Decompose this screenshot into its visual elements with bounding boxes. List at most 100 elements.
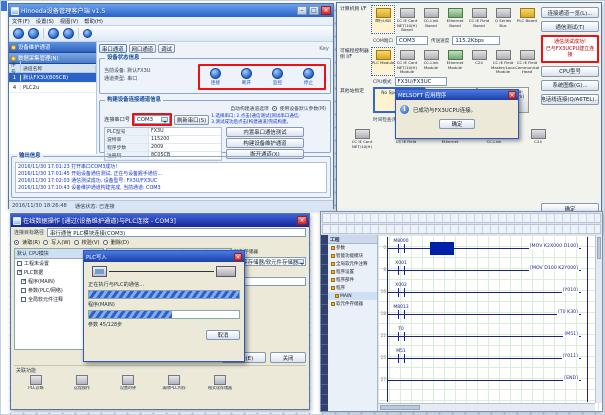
docked-toolbar-strip[interactable]: [321, 235, 328, 411]
connect-action[interactable]: 连接: [210, 68, 221, 86]
pc-if-ethernet[interactable]: Ethernet Board: [443, 5, 467, 34]
titlebar[interactable]: 在线数据操作 [通过(设备维护通道)与PLC连接 - COM3] ×: [11, 214, 309, 227]
contact-symbol[interactable]: [398, 266, 405, 275]
ladder-rung[interactable]: 0 M8000 [MOV K2X000 D100]: [378, 239, 588, 259]
dialog-ok-button[interactable]: 确定: [439, 119, 475, 129]
checkbox[interactable]: [17, 270, 22, 275]
communication-test-button[interactable]: 通信测试(T): [541, 21, 599, 32]
plc-if-cclink[interactable]: CC-Link Module: [419, 47, 443, 76]
progress-close-button[interactable]: ×: [234, 253, 242, 261]
monitor-icon[interactable]: [48, 28, 59, 39]
toolbar-icons-row-2[interactable]: [322, 224, 601, 234]
contact-symbol[interactable]: [398, 288, 405, 297]
write-radio[interactable]: [43, 240, 48, 245]
verify-radio[interactable]: [74, 240, 79, 245]
nav-item[interactable]: 程序: [328, 284, 377, 292]
menu-file[interactable]: 文件(F): [12, 17, 30, 25]
scrollbar-thumb[interactable]: [380, 405, 420, 410]
titlebar[interactable]: Hinoeda设备管理客户端 v1.5 – □ ×: [9, 4, 333, 17]
pc-if-ccie-cont[interactable]: CC IE Cont NET/10(H) Board: [395, 5, 419, 34]
pc-if-qbus[interactable]: Q Series Bus: [491, 5, 515, 34]
tab-serial[interactable]: 串口通道: [99, 44, 127, 53]
ladder-rung[interactable]: 25 M51 (Y011): [378, 349, 588, 369]
sidebar-section-maintenance[interactable]: 设备维护通道: [9, 42, 96, 53]
disconnect-circle-icon[interactable]: [241, 68, 252, 79]
read-radio[interactable]: [14, 240, 19, 245]
tab-ethernet[interactable]: 网口通道: [129, 44, 157, 53]
channel-list-item[interactable]: 1 默认FX3U(805CB): [9, 73, 96, 83]
net-ccie-cont[interactable]: CC IE Cont NET/10(H): [345, 126, 379, 155]
sidebar-section-data[interactable]: 数据采集管理(N): [9, 53, 96, 64]
nav-item[interactable]: 程序设置: [328, 268, 377, 276]
ladder-rung[interactable]: 8 X001 [MOV D100 K2Y000]: [378, 261, 588, 281]
horizontal-scrollbar[interactable]: [378, 403, 595, 411]
com-port-select[interactable]: COM3: [134, 115, 170, 124]
close-dialog-button[interactable]: 关闭: [270, 352, 306, 363]
minimize-button[interactable]: –: [297, 6, 307, 15]
menu-help[interactable]: 帮助(H): [84, 17, 103, 25]
plc-diagnostics[interactable]: PLC诊断: [16, 375, 56, 395]
pc-if-plc-board[interactable]: PLC Board: [515, 5, 539, 34]
close-button[interactable]: ×: [321, 6, 331, 15]
connect-icon[interactable]: [13, 28, 24, 39]
ladder-rung[interactable]: 16 X002 (Y010): [378, 283, 588, 303]
dialog-close-button[interactable]: ×: [508, 91, 516, 99]
default-params-radio[interactable]: [272, 106, 277, 111]
scrollbar-thumb[interactable]: [597, 237, 601, 259]
cancel-button[interactable]: 取消: [206, 330, 240, 340]
settings-icon[interactable]: [83, 29, 92, 38]
connect-circle-icon[interactable]: [210, 68, 221, 79]
tab-debug[interactable]: 调试: [158, 44, 175, 53]
clear-plc-memory[interactable]: 清除PLC内存: [154, 375, 194, 395]
stop-icon[interactable]: [63, 28, 74, 39]
edit-cursor[interactable]: [430, 242, 454, 255]
output-log[interactable]: 2016/11/30 17:01:23 打开串口COM3成功! 2016/11/…: [15, 162, 327, 193]
plc-if-ccie-cont[interactable]: CC IE Cont NET/10(H) Module: [395, 47, 419, 76]
nav-item[interactable]: 智能功能模块: [328, 252, 377, 260]
set-clock[interactable]: 设置时钟: [108, 375, 148, 395]
connection-list-button[interactable]: 连接通道一览(L)...: [541, 7, 599, 18]
close-button[interactable]: ×: [297, 216, 307, 225]
plc-if-ethernet[interactable]: Ethernet Module: [443, 47, 467, 76]
ladder-editing-area[interactable]: 0 M8000 [MOV K2X000 D100] 8 X001 [MOV D1…: [378, 235, 602, 411]
refresh-port-button[interactable]: 刷新串口(S): [174, 115, 209, 125]
instruction[interactable]: [MOV K2X000 D100]: [529, 244, 579, 249]
checkbox[interactable]: [17, 261, 22, 266]
coil[interactable]: (T0 K30): [557, 310, 579, 315]
end-instruction[interactable]: [END]: [563, 376, 579, 381]
format-memory[interactable]: 格式化存储器: [200, 375, 240, 395]
ladder-rung[interactable]: 27 [END]: [378, 371, 588, 391]
remote-operation[interactable]: 远程操作: [62, 375, 102, 395]
coil[interactable]: (Y011): [562, 354, 579, 359]
serial-test-button[interactable]: 内置串口通信测试: [226, 127, 304, 137]
pc-if-cclink[interactable]: CC-Link Board: [419, 5, 443, 34]
monitor-circle-icon[interactable]: [272, 68, 283, 79]
instruction[interactable]: [MOV D100 K2Y000]: [529, 266, 579, 271]
menu-settings[interactable]: 设置(S): [36, 17, 54, 25]
checkbox[interactable]: [21, 279, 26, 284]
nav-item[interactable]: 软元件存储器: [328, 300, 377, 308]
plc-if-module[interactable]: PLC Module: [371, 47, 395, 76]
coil[interactable]: (Y010): [562, 288, 579, 293]
plc-if-c24[interactable]: C24: [467, 47, 491, 76]
pc-if-serial-usb[interactable]: 串行USB: [371, 5, 395, 34]
ladder-rung[interactable]: 18 M8013 (T0 K30): [378, 305, 588, 325]
coil[interactable]: (M51): [563, 332, 579, 337]
contact-symbol[interactable]: [398, 354, 405, 363]
phone-line-button[interactable]: 电话线连接(Q/A6TEL)...: [541, 94, 599, 105]
checkbox[interactable]: [21, 288, 26, 293]
pc-if-ccie-field[interactable]: CC IE Field Board: [467, 5, 491, 34]
menu-view[interactable]: 视图(V): [60, 17, 78, 25]
channel-list-item[interactable]: 4 PLC2u: [9, 83, 96, 93]
ladder-rung[interactable]: 22 T0 (M51): [378, 327, 588, 347]
maximize-button[interactable]: □: [309, 6, 319, 15]
contact-symbol[interactable]: [398, 310, 405, 319]
delete-radio[interactable]: [103, 240, 108, 245]
contact-symbol[interactable]: [398, 244, 405, 253]
nav-item[interactable]: 参数: [328, 244, 377, 252]
stop-circle-icon[interactable]: [303, 68, 314, 79]
toolbar-icons-row-1[interactable]: [322, 213, 601, 223]
vertical-scrollbar[interactable]: [595, 235, 602, 403]
nav-item[interactable]: 全局软元件注释: [328, 260, 377, 268]
plc-if-ccie-head[interactable]: CC IE Field Communication Head Module: [515, 47, 539, 76]
